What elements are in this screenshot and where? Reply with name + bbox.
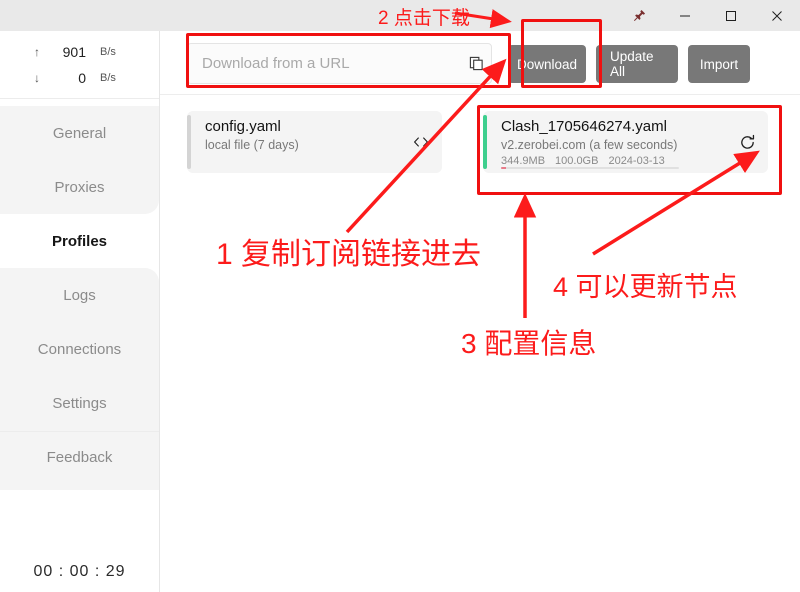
pin-icon[interactable] xyxy=(616,0,662,31)
profile-meta-expiry: 2024-03-13 xyxy=(608,155,665,167)
profile-card[interactable]: Clash_1705646274.yaml v2.zerobei.com (a … xyxy=(483,111,768,173)
download-speed-unit: B/s xyxy=(100,72,116,84)
profile-meta: 344.9MB 100.0GB 2024-03-13 xyxy=(501,154,726,168)
main-content: Download from a URL Download Update All … xyxy=(160,31,800,592)
copy-icon[interactable] xyxy=(461,43,491,84)
download-speed-value: 0 xyxy=(78,70,86,86)
download-speed-row: ↓ 0 B/s xyxy=(0,65,159,91)
profiles-toolbar: Download from a URL Download Update All … xyxy=(160,31,800,95)
sidebar-item-label: Proxies xyxy=(54,178,105,196)
profile-subtitle: v2.zerobei.com (a few seconds) xyxy=(501,138,678,152)
import-button[interactable]: Import xyxy=(688,45,750,83)
profile-meta-used: 344.9MB xyxy=(501,155,546,167)
download-button[interactable]: Download xyxy=(508,45,586,83)
uptime-timer: 00 : 00 : 29 xyxy=(33,563,126,580)
refresh-icon[interactable] xyxy=(726,111,768,173)
sidebar-item-connections[interactable]: Connections xyxy=(0,322,159,376)
annotation-note-1: 1 复制订阅链接进去 xyxy=(216,238,482,271)
profile-progress-bar xyxy=(501,167,679,169)
sidebar-item-general[interactable]: General xyxy=(0,106,159,160)
sidebar-item-proxies[interactable]: Proxies xyxy=(0,160,159,214)
profile-title: Clash_1705646274.yaml xyxy=(501,118,667,135)
profile-subtitle: local file (7 days) xyxy=(205,138,299,152)
sidebar-item-logs[interactable]: Logs xyxy=(0,268,159,322)
sidebar-item-label: Logs xyxy=(63,286,96,304)
sidebar-item-settings[interactable]: Settings xyxy=(0,376,159,430)
app-window: ↑ 901 B/s ↓ 0 B/s General Proxies Profil… xyxy=(0,0,800,592)
annotation-note-3: 3 配置信息 xyxy=(461,328,597,359)
annotation-note-4: 4 可以更新节点 xyxy=(553,272,738,302)
download-arrow-icon: ↓ xyxy=(34,71,40,85)
minimize-icon[interactable] xyxy=(662,0,708,31)
upload-speed-row: ↑ 901 B/s xyxy=(0,39,159,65)
sidebar-item-profiles[interactable]: Profiles xyxy=(0,214,159,268)
sidebar-item-label: Profiles xyxy=(51,232,108,250)
update-all-button[interactable]: Update All xyxy=(596,45,678,83)
profile-meta-total: 100.0GB xyxy=(555,155,599,167)
profile-title: config.yaml xyxy=(205,118,281,135)
url-input[interactable]: Download from a URL xyxy=(187,43,492,84)
upload-speed-value: 901 xyxy=(62,44,86,60)
upload-arrow-icon: ↑ xyxy=(34,45,40,59)
maximize-icon[interactable] xyxy=(708,0,754,31)
upload-speed-unit: B/s xyxy=(100,46,116,58)
profiles-list: config.yaml local file (7 days) Clash_17… xyxy=(160,95,800,215)
sidebar-item-label: Settings xyxy=(52,394,107,412)
window-controls xyxy=(616,0,800,31)
profile-card-body: config.yaml local file (7 days) xyxy=(191,111,400,173)
code-brackets-icon[interactable] xyxy=(400,111,442,173)
url-input-placeholder: Download from a URL xyxy=(202,55,350,72)
sidebar-item-label: General xyxy=(52,124,107,142)
profile-card[interactable]: config.yaml local file (7 days) xyxy=(187,111,442,173)
annotation-note-2: 2 点击下载 xyxy=(378,8,470,29)
speed-indicator: ↑ 901 B/s ↓ 0 B/s xyxy=(0,31,159,99)
profile-card-body: Clash_1705646274.yaml v2.zerobei.com (a … xyxy=(487,111,726,173)
sidebar: ↑ 901 B/s ↓ 0 B/s General Proxies Profil… xyxy=(0,31,160,592)
sidebar-status: 00 : 00 : 29 Connected xyxy=(0,431,159,592)
close-icon[interactable] xyxy=(754,0,800,31)
sidebar-item-label: Connections xyxy=(37,340,122,358)
